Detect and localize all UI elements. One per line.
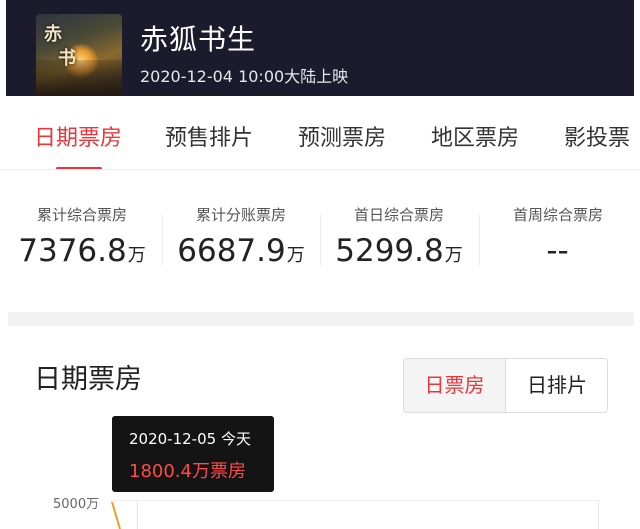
chart-tooltip: 2020-12-05 今天 1800.4万票房 bbox=[112, 416, 274, 492]
stat-value: 7376.8万 bbox=[18, 233, 146, 269]
poster-title-glyph: 赤 bbox=[44, 24, 62, 45]
stat-value: -- bbox=[546, 233, 569, 269]
stat-label: 累计分账票房 bbox=[195, 206, 286, 224]
chart-axis-left bbox=[137, 500, 138, 529]
stat-value: 6687.9万 bbox=[177, 233, 305, 269]
toggle-daily-schedule[interactable]: 日排片 bbox=[506, 359, 607, 412]
stat-first-week-boxoffice: 首周综合票房 -- bbox=[479, 204, 637, 269]
toggle-daily-boxoffice[interactable]: 日票房 bbox=[404, 359, 505, 412]
y-axis-tick-label: 5000万 bbox=[53, 497, 100, 512]
tooltip-date: 2020-12-05 今天 bbox=[129, 430, 251, 448]
section-title: 日期票房 bbox=[34, 364, 142, 395]
movie-title: 赤狐书生 bbox=[140, 23, 257, 56]
release-info: 2020-12-04 10:00大陆上映 bbox=[140, 67, 349, 86]
poster-title-glyph: 书 bbox=[58, 48, 76, 69]
chart-gridline bbox=[110, 500, 600, 501]
tab-presale-schedule[interactable]: 预售排片 bbox=[165, 120, 253, 152]
stat-total-boxoffice: 累计综合票房 7376.8万 bbox=[3, 204, 161, 269]
movie-poster[interactable]: 赤 书 bbox=[36, 14, 122, 96]
series-line-segment bbox=[111, 502, 121, 529]
chart-axis-right bbox=[598, 500, 599, 529]
chart-series-line bbox=[111, 502, 121, 529]
movie-header: 赤 书 赤狐书生 2020-12-04 10:00大陆上映 bbox=[6, 0, 634, 96]
stat-label: 累计综合票房 bbox=[36, 206, 127, 224]
tooltip-amount: 1800.4万票房 bbox=[129, 461, 246, 482]
section-separator bbox=[8, 312, 634, 326]
tab-bar: 日期票房 预售排片 预测票房 地区票房 影投票 bbox=[0, 96, 640, 170]
view-toggle: 日票房 日排片 bbox=[403, 358, 608, 413]
tab-regional-boxoffice[interactable]: 地区票房 bbox=[431, 120, 519, 152]
poster-scene bbox=[36, 60, 122, 96]
stat-value: 5299.8万 bbox=[335, 233, 463, 269]
tab-cinema-investor[interactable]: 影投票 bbox=[564, 120, 630, 152]
tab-forecast-boxoffice[interactable]: 预测票房 bbox=[298, 120, 386, 152]
tab-daily-boxoffice[interactable]: 日期票房 bbox=[34, 120, 122, 152]
stat-first-day-boxoffice: 首日综合票房 5299.8万 bbox=[320, 204, 478, 269]
stat-split-boxoffice: 累计分账票房 6687.9万 bbox=[162, 204, 320, 269]
boxoffice-stats: 累计综合票房 7376.8万 累计分账票房 6687.9万 首日综合票房 529… bbox=[0, 170, 640, 310]
stat-label: 首日综合票房 bbox=[353, 206, 444, 224]
stat-label: 首周综合票房 bbox=[512, 206, 603, 224]
